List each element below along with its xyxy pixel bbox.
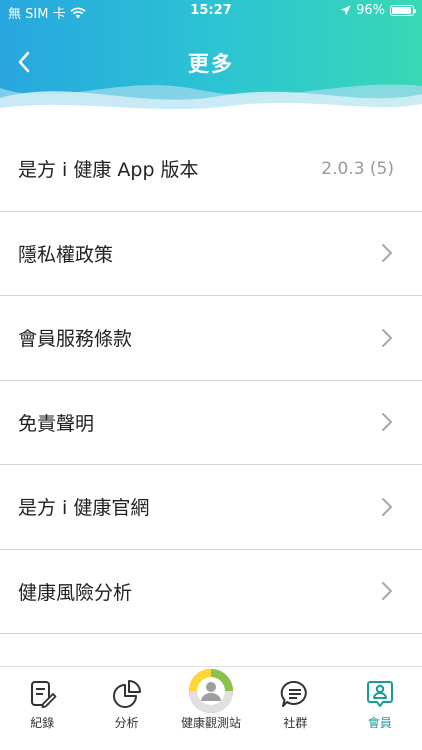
tab-bar: 紀錄 分析 健康觀測站 社群 會員 (0, 666, 422, 750)
menu-item-disclaimer[interactable]: 免責聲明 (0, 381, 422, 465)
menu-item-app-version: 是方 i 健康 App 版本 2.0.3 (5) (0, 127, 422, 212)
tab-member[interactable]: 會員 (338, 667, 422, 750)
record-icon (31, 681, 57, 709)
health-station-icon (189, 669, 234, 713)
chevron-right-icon (382, 582, 392, 601)
menu-item-label: 健康風險分析 (18, 581, 133, 604)
tab-analysis[interactable]: 分析 (84, 667, 168, 750)
tab-record[interactable]: 紀錄 (0, 667, 84, 750)
menu-item-terms-of-service[interactable]: 會員服務條款 (0, 296, 422, 381)
member-icon (366, 681, 393, 707)
battery-percent: 96% (356, 3, 385, 18)
battery-fill (392, 7, 412, 14)
tab-health-station[interactable]: 健康觀測站 (169, 667, 253, 750)
chevron-right-icon (382, 497, 392, 516)
menu-item-label: 是方 i 健康 App 版本 (18, 159, 199, 182)
chevron-right-icon (382, 413, 392, 432)
menu-item-label: 隱私權政策 (18, 243, 114, 266)
tab-label: 紀錄 (30, 716, 55, 730)
menu-list: 是方 i 健康 App 版本 2.0.3 (5) 隱私權政策 會員服務條款 免責… (0, 127, 422, 634)
page-title: 更多 (188, 52, 234, 76)
menu-item-label: 會員服務條款 (18, 328, 133, 351)
tab-community[interactable]: 社群 (253, 667, 337, 750)
menu-item-label: 是方 i 健康官網 (18, 497, 150, 520)
battery-icon (390, 5, 416, 16)
chevron-right-icon (382, 328, 392, 347)
menu-item-label: 免責聲明 (18, 412, 95, 435)
header: 無 SIM 卡 15:27 96% 更多 (0, 0, 422, 118)
pie-chart-icon (112, 680, 141, 708)
app-version-value: 2.0.3 (5) (321, 158, 394, 179)
chevron-right-icon (382, 244, 392, 263)
tab-label: 分析 (114, 716, 139, 730)
location-arrow-icon (340, 5, 351, 16)
menu-item-health-risk-analysis[interactable]: 健康風險分析 (0, 550, 422, 634)
tab-label: 健康觀測站 (181, 716, 242, 730)
menu-item-privacy-policy[interactable]: 隱私權政策 (0, 212, 422, 296)
chat-icon (281, 680, 308, 707)
menu-item-official-website[interactable]: 是方 i 健康官網 (0, 465, 422, 550)
tab-label: 會員 (367, 716, 392, 730)
tab-label: 社群 (283, 716, 308, 730)
status-bar: 無 SIM 卡 15:27 96% (0, 0, 422, 22)
